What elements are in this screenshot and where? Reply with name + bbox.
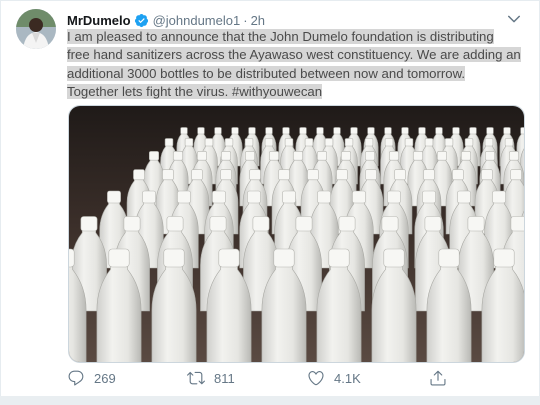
author-name[interactable]: MrDumelo	[67, 13, 131, 28]
like-button[interactable]: 4.1K	[307, 369, 361, 387]
reply-count: 269	[94, 370, 116, 386]
timeline-divider	[0, 396, 540, 405]
reply-button[interactable]: 269	[67, 369, 116, 387]
verified-badge-icon	[134, 13, 148, 27]
like-count: 4.1K	[334, 370, 361, 386]
reply-icon	[68, 370, 84, 386]
timestamp[interactable]: 2h	[251, 13, 265, 28]
avatar[interactable]	[16, 9, 56, 49]
separator-dot: ·	[243, 12, 248, 28]
share-icon	[430, 370, 446, 386]
tweet-actions: 269 811 4.1K	[67, 369, 467, 391]
tweet-text-line: additional 3000 bottles to be distribute…	[67, 65, 466, 81]
tweet-media-image[interactable]	[68, 105, 525, 363]
retweet-count: 811	[214, 370, 235, 386]
tweet-text-line: I am pleased to announce that the John D…	[67, 29, 494, 44]
tweet-card[interactable]: MrDumelo @johndumelo1 · 2h I am pleased …	[0, 0, 540, 405]
retweet-icon	[187, 371, 205, 385]
tweet-text: I am pleased to announce that the John D…	[67, 28, 533, 101]
tweet-text-line: Together lets fight the virus. #withyouw…	[67, 83, 323, 99]
retweet-button[interactable]: 811	[187, 369, 235, 387]
author-handle[interactable]: @johndumelo1	[153, 13, 241, 28]
share-button[interactable]	[429, 369, 447, 387]
bottles-photo	[69, 106, 524, 362]
tweet-text-line: free hand sanitizers across the Ayawaso …	[67, 47, 521, 63]
tweet-header: MrDumelo @johndumelo1 · 2h	[67, 11, 265, 29]
heart-icon	[308, 371, 324, 386]
chevron-down-icon[interactable]	[505, 10, 523, 28]
